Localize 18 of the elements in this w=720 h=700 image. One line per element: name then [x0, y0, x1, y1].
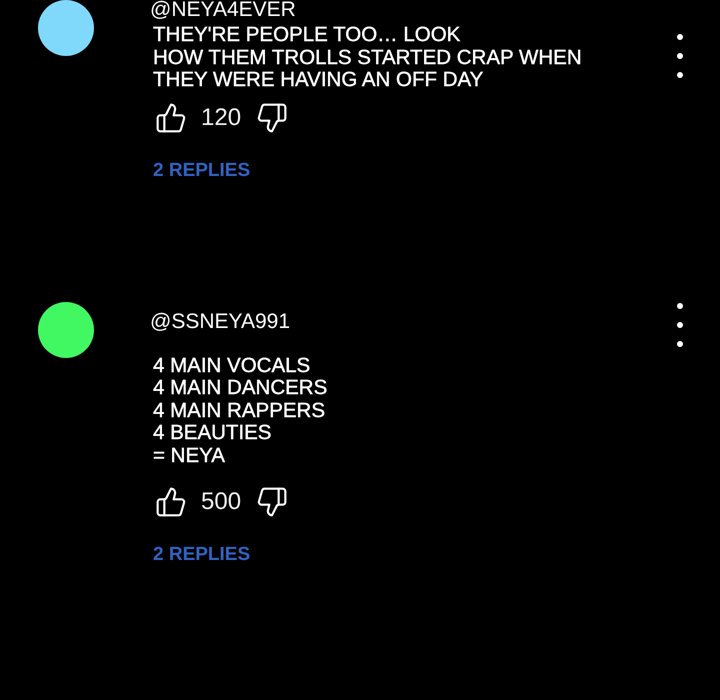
- like-button[interactable]: [155, 486, 187, 518]
- like-button[interactable]: [155, 102, 187, 134]
- thumbs-up-icon: [155, 102, 187, 134]
- thumbs-down-icon: [256, 486, 288, 518]
- replies-link[interactable]: 2 REPLIES: [153, 158, 250, 182]
- more-options-icon[interactable]: [677, 302, 683, 346]
- replies-link[interactable]: 2 REPLIES: [153, 543, 250, 567]
- username[interactable]: @SSNEYA991: [150, 310, 290, 334]
- username[interactable]: @NEYA4EVER: [150, 0, 296, 20]
- like-count: 500: [201, 488, 242, 516]
- thumbs-up-icon: [155, 486, 187, 518]
- dislike-button[interactable]: [256, 102, 288, 134]
- dislike-button[interactable]: [256, 486, 288, 518]
- thumbs-down-icon: [256, 102, 288, 134]
- more-options-icon[interactable]: [677, 34, 683, 78]
- comment-text: THEY'RE PEOPLE TOO… LOOK HOW THEM TROLLS STARTED CRAP WHEN THEY WERE HAVING AN OFF DAY: [153, 24, 582, 92]
- comment-text: 4 MAIN VOCALS 4 MAIN DANCERS 4 MAIN RAPPERS 4 BEAUTIES = NEYA: [153, 354, 328, 467]
- like-count: 120: [201, 104, 242, 132]
